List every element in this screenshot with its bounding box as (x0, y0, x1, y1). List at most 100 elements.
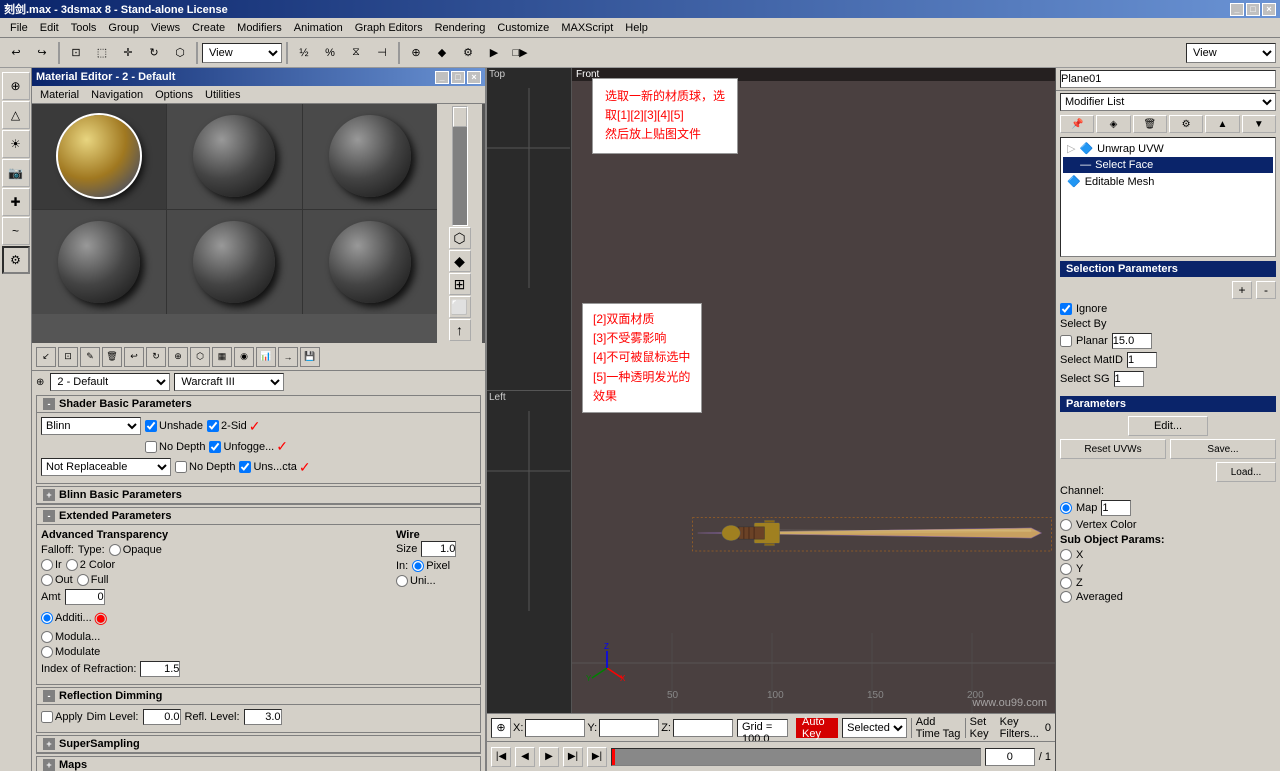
supersampling-header[interactable]: + SuperSampling (37, 736, 480, 753)
go-end-btn[interactable]: ▶| (587, 747, 607, 767)
percent-50-btn[interactable]: ½ (292, 41, 316, 65)
additive-radio[interactable] (41, 612, 53, 624)
ir-radio[interactable] (41, 559, 53, 571)
mat-tool-6[interactable]: ↻ (146, 347, 166, 367)
menu-tools[interactable]: Tools (65, 21, 103, 35)
move-btn[interactable]: ✛ (116, 41, 140, 65)
unshaded-checkbox[interactable] (145, 420, 157, 432)
mat-close-btn[interactable]: × (467, 71, 481, 84)
map-val-input[interactable] (1101, 500, 1131, 516)
planar-checkbox[interactable] (1060, 335, 1072, 347)
sel-minus-btn[interactable]: - (1256, 281, 1276, 299)
auto-key-btn[interactable]: Auto Key (796, 718, 838, 738)
mat-minimize-btn[interactable]: _ (435, 71, 449, 84)
mat-tool-5[interactable]: ↩ (124, 347, 144, 367)
config-modifier-btn[interactable]: ⚙ (1169, 115, 1203, 133)
shader-type-dropdown[interactable]: Blinn (41, 417, 141, 435)
make-unique-btn[interactable]: ◈ (1096, 115, 1130, 133)
render-btn[interactable]: ▶ (482, 41, 506, 65)
mat-get-btn[interactable]: ⬡ (449, 227, 471, 249)
mat-editor-btn[interactable]: ◆ (430, 41, 454, 65)
amt-input[interactable] (65, 589, 105, 605)
selected-dropdown[interactable]: Selected (842, 718, 907, 738)
mat-menu-navigation[interactable]: Navigation (85, 88, 149, 102)
modula-radio[interactable] (41, 631, 53, 643)
sel-plus-btn[interactable]: + (1232, 281, 1252, 299)
mat-reset-btn[interactable]: ⊞ (449, 273, 471, 295)
sphere-6[interactable] (303, 210, 437, 315)
reflection-dimming-header[interactable]: - Reflection Dimming (37, 688, 480, 705)
helpers-btn[interactable]: ✚ (2, 188, 30, 216)
unfogge-checkbox[interactable] (209, 441, 221, 453)
sphere-2[interactable] (167, 104, 301, 209)
save-uvws-btn[interactable]: Save... (1170, 439, 1276, 459)
view-mode-dropdown[interactable]: View (1186, 43, 1276, 63)
super-collapse-btn[interactable]: + (43, 738, 55, 750)
select-matid-input[interactable] (1127, 352, 1157, 368)
mod-down-btn[interactable]: ▼ (1242, 115, 1276, 133)
align-btn[interactable]: ⊣ (370, 41, 394, 65)
map-radio[interactable] (1060, 502, 1072, 514)
undo-btn[interactable]: ↩ (4, 41, 28, 65)
select-region-btn[interactable]: ⬚ (90, 41, 114, 65)
sphere-4[interactable] (32, 210, 166, 315)
ior-input[interactable] (140, 661, 180, 677)
menu-group[interactable]: Group (102, 21, 145, 35)
go-start-btn[interactable]: |◀ (491, 747, 511, 767)
mat-menu-utilities[interactable]: Utilities (199, 88, 246, 102)
mat-tool-12[interactable]: → (278, 347, 298, 367)
mat-tool-4[interactable]: 🗑 (102, 347, 122, 367)
menu-create[interactable]: Create (186, 21, 231, 35)
rotate-btn[interactable]: ↻ (142, 41, 166, 65)
mat-menu-options[interactable]: Options (149, 88, 199, 102)
ignore-checkbox[interactable] (1060, 303, 1072, 315)
object-name-input[interactable] (1060, 70, 1276, 88)
apply-refl-checkbox[interactable] (41, 711, 53, 723)
scale-btn[interactable]: ⬡ (168, 41, 192, 65)
full-radio[interactable] (77, 574, 89, 586)
mat-tool-13[interactable]: 💾 (300, 347, 320, 367)
menu-edit[interactable]: Edit (34, 21, 65, 35)
menu-graph-editors[interactable]: Graph Editors (349, 21, 429, 35)
mat-tool-7[interactable]: ⊕ (168, 347, 188, 367)
redo-btn[interactable]: ↪ (30, 41, 54, 65)
spacewarps-btn[interactable]: ~ (2, 217, 30, 245)
menu-help[interactable]: Help (619, 21, 654, 35)
menu-rendering[interactable]: Rendering (429, 21, 492, 35)
load-uvws-btn[interactable]: Load... (1216, 462, 1276, 482)
mat-warcraft-dropdown[interactable]: Warcraft III (174, 373, 284, 391)
shader-basic-header[interactable]: - Shader Basic Parameters (37, 396, 480, 413)
y-coord-input[interactable] (599, 719, 659, 737)
menu-customize[interactable]: Customize (491, 21, 555, 35)
mat-tool-11[interactable]: 📊 (256, 347, 276, 367)
shapes-btn[interactable]: △ (2, 101, 30, 129)
mat-scrollbar[interactable] (452, 106, 468, 226)
blinn-basic-header[interactable]: + Blinn Basic Parameters (37, 487, 480, 504)
refl-level-input[interactable] (244, 709, 282, 725)
menu-views[interactable]: Views (145, 21, 186, 35)
not-replaceable-dropdown[interactable]: Not Replaceable (41, 458, 171, 476)
mat-tool-10[interactable]: ◉ (234, 347, 254, 367)
mod-item-unwrap[interactable]: ▷ 🔷 Unwrap UVW (1063, 140, 1273, 157)
mat-put-btn[interactable]: ◆ (449, 250, 471, 272)
menu-maxscript[interactable]: MAXScript (555, 21, 619, 35)
vertex-color-radio[interactable] (1060, 519, 1072, 531)
wire-size-input[interactable] (421, 541, 456, 557)
mat-type-dropdown[interactable]: 2 - Default (50, 373, 170, 391)
two-color-radio[interactable] (66, 559, 78, 571)
opaque-radio[interactable] (109, 544, 121, 556)
edit-btn[interactable]: Edit... (1128, 416, 1208, 436)
shader-collapse-btn[interactable]: - (43, 398, 55, 410)
layer-btn[interactable]: ⊕ (404, 41, 428, 65)
close-btn[interactable]: × (1262, 3, 1276, 16)
frame-input[interactable] (985, 748, 1035, 766)
wire-uni-radio[interactable] (396, 575, 408, 587)
modulate-radio[interactable] (41, 646, 53, 658)
systems-btn[interactable]: ⚙ (2, 246, 30, 274)
select-obj-btn[interactable]: ⊡ (64, 41, 88, 65)
dim-level-input[interactable] (143, 709, 181, 725)
two-sided-checkbox[interactable] (207, 420, 219, 432)
blinn-collapse-btn[interactable]: + (43, 489, 55, 501)
render-setup-btn[interactable]: ⚙ (456, 41, 480, 65)
maps-header[interactable]: + Maps (37, 757, 480, 771)
